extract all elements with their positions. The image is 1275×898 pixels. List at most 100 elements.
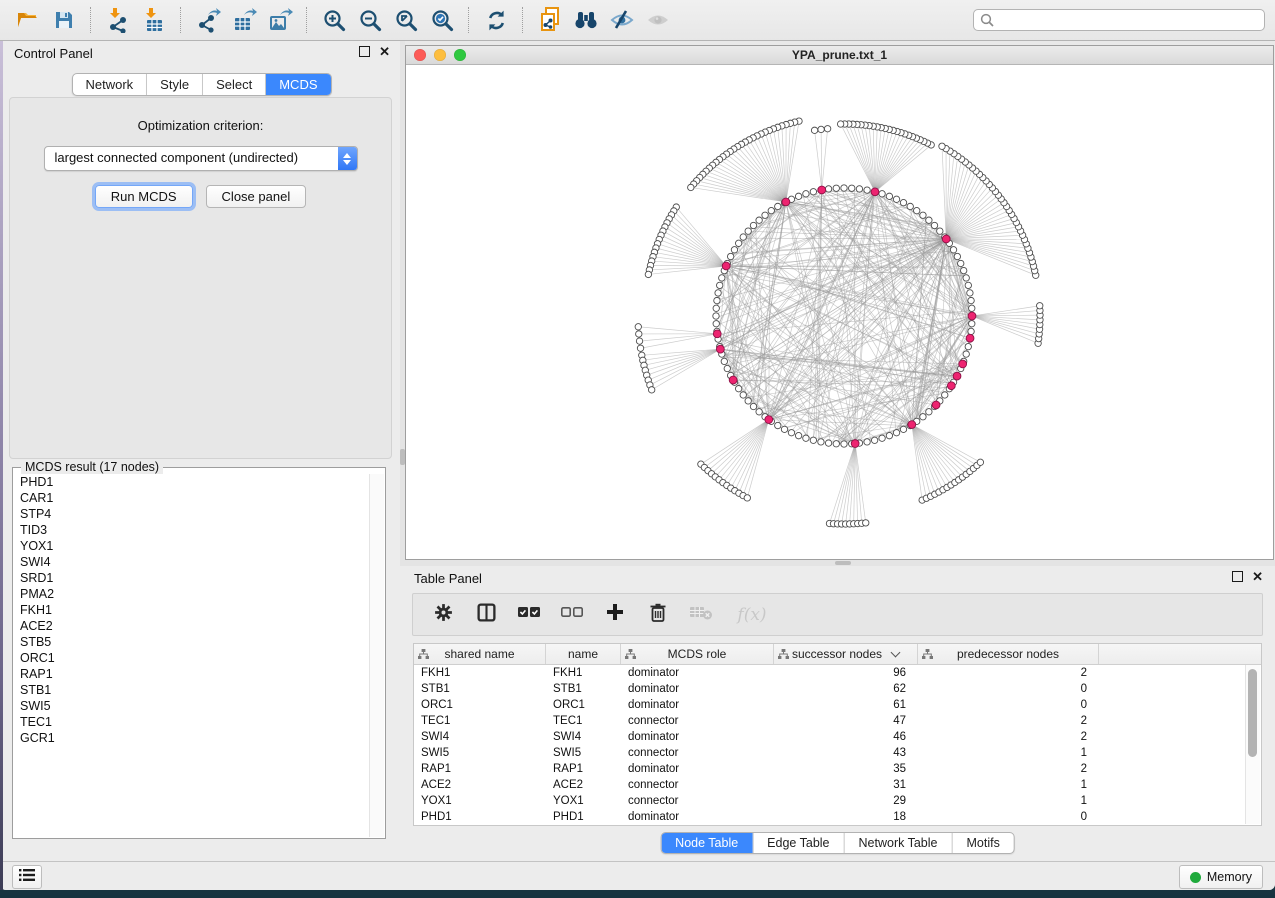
show-panels-button[interactable] [12,865,42,889]
desktop-wallpaper-sliver [0,41,3,890]
table-row[interactable]: ORC1ORC1dominator610 [414,697,1261,713]
delete-column-button[interactable] [646,603,670,627]
column-header-name[interactable]: name [546,644,621,664]
tab-network-table[interactable]: Network Table [844,833,952,853]
zoom-in-button[interactable] [316,4,352,36]
eye-slash-icon [608,8,636,32]
hide-details-button[interactable] [604,4,640,36]
cell-predecessor-nodes: 0 [918,681,1099,697]
zoom-out-button[interactable] [352,4,388,36]
search-input[interactable] [973,9,1265,31]
mcds-result-item[interactable]: STB5 [14,634,370,650]
open-session-button[interactable] [10,4,46,36]
mcds-result-item[interactable]: PMA2 [14,586,370,602]
first-neighbors-button[interactable] [568,4,604,36]
cell-predecessor-nodes: 2 [918,729,1099,745]
close-panel-button[interactable]: Close panel [206,185,307,208]
mcds-result-item[interactable]: GCR1 [14,730,370,746]
float-panel-icon[interactable] [359,46,370,57]
zoom-fit-button[interactable] [388,4,424,36]
optimization-criterion-select[interactable]: largest connected component (undirected) [44,146,358,171]
memory-button[interactable]: Memory [1179,865,1263,889]
mcds-result-item[interactable]: TID3 [14,522,370,538]
mcds-result-item[interactable]: YOX1 [14,538,370,554]
float-table-panel-icon[interactable] [1232,571,1243,582]
column-header-mcds-role[interactable]: MCDS role [621,644,774,664]
export-network-button[interactable] [190,4,226,36]
zoom-selected-button[interactable] [424,4,460,36]
table-row[interactable]: SWI5SWI5connector431 [414,745,1261,761]
table-row[interactable]: SWI4SWI4dominator462 [414,729,1261,745]
toolbar-separator [522,7,524,33]
cell-shared-name: YOX1 [414,793,546,809]
table-scrollbar[interactable] [1245,665,1260,824]
export-image-icon [267,7,293,33]
show-column-button[interactable] [474,603,498,627]
clear-selection-icon [560,604,584,625]
clone-network-button[interactable] [532,4,568,36]
table-row[interactable]: PHD1PHD1dominator180 [414,809,1261,825]
mcds-result-item[interactable]: RAP1 [14,666,370,682]
tab-motifs[interactable]: Motifs [951,833,1013,853]
mcds-result-item[interactable]: STB1 [14,682,370,698]
run-mcds-button[interactable]: Run MCDS [95,185,193,208]
table-scrollbar-thumb[interactable] [1248,669,1257,757]
cell-name: TEC1 [546,713,621,729]
column-header-shared-name[interactable]: shared name [414,644,546,664]
toolbar-separator [306,7,308,33]
table-options-button[interactable] [431,603,455,627]
columns-icon [476,602,497,628]
mcds-result-item[interactable]: PHD1 [14,474,370,490]
clear-selection-button[interactable] [560,603,584,627]
column-header-predecessor-nodes[interactable]: predecessor nodes [918,644,1099,664]
close-table-panel-icon[interactable]: ✕ [1252,571,1263,582]
node-table: shared namenameMCDS rolesuccessor nodesp… [413,643,1262,826]
tab-node-table[interactable]: Node Table [661,833,752,853]
save-session-button[interactable] [46,4,82,36]
plus-icon [605,602,625,627]
horizontal-splitter-handle[interactable] [835,561,851,565]
apply-function-button[interactable]: f(x) [732,603,772,627]
tab-network[interactable]: Network [72,74,146,95]
table-row[interactable]: TEC1TEC1connector472 [414,713,1261,729]
table-row[interactable]: YOX1YOX1connector291 [414,793,1261,809]
tab-style[interactable]: Style [146,74,202,95]
mcds-result-item[interactable]: ORC1 [14,650,370,666]
refresh-layout-button[interactable] [478,4,514,36]
import-network-icon [105,7,131,33]
mcds-result-item[interactable]: SWI5 [14,698,370,714]
export-image-button[interactable] [262,4,298,36]
cell-mcds-role: dominator [621,729,774,745]
mcds-result-item[interactable]: FKH1 [14,602,370,618]
mcds-result-item[interactable]: SWI4 [14,554,370,570]
mcds-result-item[interactable]: ACE2 [14,618,370,634]
tab-mcds[interactable]: MCDS [265,74,330,95]
import-network-button[interactable] [100,4,136,36]
select-all-button[interactable] [517,603,541,627]
zoom-in-icon [322,8,347,33]
export-table-button[interactable] [226,4,262,36]
network-canvas[interactable] [406,65,1273,559]
table-row[interactable]: ACE2ACE2connector311 [414,777,1261,793]
show-details-button[interactable] [640,4,676,36]
open-folder-icon [15,8,42,32]
table-panel-tabs: Node TableEdge TableNetwork TableMotifs [660,832,1015,854]
tab-edge-table[interactable]: Edge Table [752,833,843,853]
delete-table-button[interactable] [689,603,713,627]
mcds-result-item[interactable]: CAR1 [14,490,370,506]
column-header-successor-nodes[interactable]: successor nodes [774,644,918,664]
network-graph[interactable] [406,65,1273,559]
tab-select[interactable]: Select [202,74,265,95]
mcds-result-item[interactable]: STP4 [14,506,370,522]
table-row[interactable]: STB1STB1dominator620 [414,681,1261,697]
table-row[interactable]: RAP1RAP1dominator352 [414,761,1261,777]
close-panel-icon[interactable]: ✕ [379,46,390,57]
toolbar-separator [90,7,92,33]
import-table-button[interactable] [136,4,172,36]
add-column-button[interactable] [603,603,627,627]
mcds-result-item[interactable]: TEC1 [14,714,370,730]
mcds-result-scrollbar[interactable] [369,474,384,837]
table-row[interactable]: FKH1FKH1dominator962 [414,665,1261,681]
mcds-result-item[interactable]: SRD1 [14,570,370,586]
cell-mcds-role: connector [621,745,774,761]
